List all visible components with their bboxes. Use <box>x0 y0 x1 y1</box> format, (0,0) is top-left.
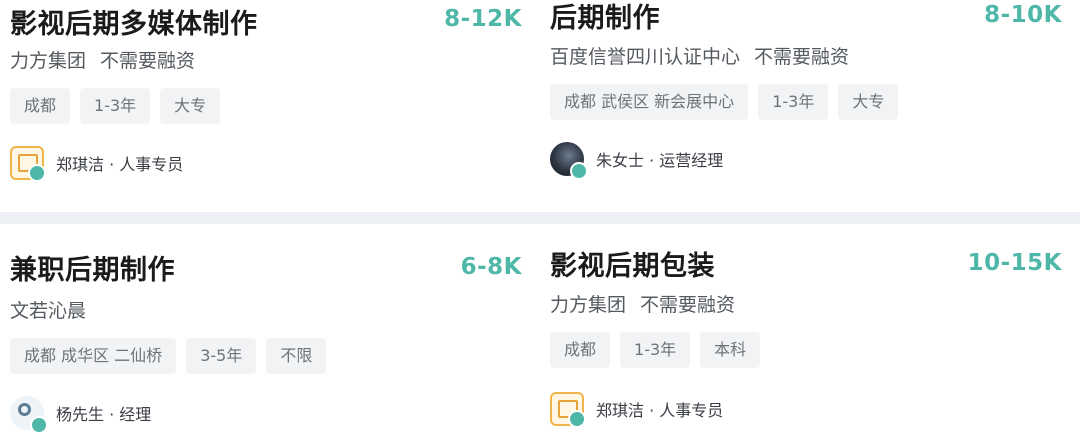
verified-badge-icon <box>28 164 46 182</box>
company-name: 百度信誉四川认证中心 <box>550 46 741 68</box>
recruiter-name: 杨先生 · 经理 <box>56 405 152 424</box>
job-card[interactable]: 影视后期多媒体制作 8-12K 力方集团 不需要融资 成都 1-3年 大专 郑琪洁… <box>0 0 540 212</box>
job-salary: 10-15K <box>967 250 1062 276</box>
company-info: 力方集团 不需要融资 <box>550 290 735 317</box>
job-salary: 6-8K <box>460 254 522 280</box>
company-info: 百度信誉四川认证中心 不需要融资 <box>550 42 849 69</box>
company-name: 文若沁晨 <box>10 300 87 322</box>
tag-location: 成都 <box>550 332 611 368</box>
job-title: 后期制作 <box>550 3 660 34</box>
recruiter-name: 郑琪洁 · 人事专员 <box>56 155 184 174</box>
job-card[interactable]: 影视后期包装 10-15K 力方集团 不需要融资 成都 1-3年 本科 郑琪洁 ·… <box>540 224 1080 444</box>
recruiter[interactable]: 杨先生 · 经理 <box>10 396 152 434</box>
recruiter-name: 朱女士 · 运营经理 <box>596 151 724 170</box>
verified-badge-icon <box>568 410 586 428</box>
company-info: 力方集团 不需要融资 <box>10 46 195 73</box>
company-logo-icon <box>550 392 586 428</box>
job-title: 影视后期包装 <box>550 251 715 282</box>
company-name: 力方集团 <box>550 294 627 316</box>
recruiter-name: 郑琪洁 · 人事专员 <box>596 401 724 420</box>
job-card[interactable]: 兼职后期制作 6-8K 文若沁晨 成都 成华区 二仙桥 3-5年 不限 杨先生 … <box>0 224 540 444</box>
verified-badge-icon <box>570 162 588 180</box>
verified-badge-icon <box>30 416 48 434</box>
company-logo-icon <box>10 146 46 182</box>
tag-education: 本科 <box>700 332 761 368</box>
tag-location: 成都 武侯区 新会展中心 <box>550 84 749 120</box>
tag-experience: 3-5年 <box>186 338 257 374</box>
tag-location: 成都 成华区 二仙桥 <box>10 338 177 374</box>
job-salary: 8-10K <box>984 2 1062 28</box>
job-tags: 成都 1-3年 大专 <box>10 88 221 124</box>
funding-stage: 不需要融资 <box>640 294 736 316</box>
job-tags: 成都 成华区 二仙桥 3-5年 不限 <box>10 338 327 374</box>
funding-stage: 不需要融资 <box>100 50 196 72</box>
tag-experience: 1-3年 <box>758 84 829 120</box>
job-salary: 8-12K <box>444 6 522 32</box>
recruiter[interactable]: 朱女士 · 运营经理 <box>550 142 724 180</box>
user-photo-icon <box>550 142 588 180</box>
job-tags: 成都 1-3年 本科 <box>550 332 761 368</box>
job-tags: 成都 武侯区 新会展中心 1-3年 大专 <box>550 84 899 120</box>
recruiter[interactable]: 郑琪洁 · 人事专员 <box>10 146 184 182</box>
tag-experience: 1-3年 <box>620 332 691 368</box>
company-name: 力方集团 <box>10 50 87 72</box>
tag-education: 大专 <box>160 88 221 124</box>
funding-stage: 不需要融资 <box>754 46 850 68</box>
job-title: 兼职后期制作 <box>10 255 175 286</box>
job-list: 影视后期多媒体制作 8-12K 力方集团 不需要融资 成都 1-3年 大专 郑琪洁… <box>0 0 1080 444</box>
tag-location: 成都 <box>10 88 71 124</box>
company-logo-icon <box>10 396 48 434</box>
company-info: 文若沁晨 <box>10 296 86 323</box>
recruiter[interactable]: 郑琪洁 · 人事专员 <box>550 392 724 428</box>
tag-education: 大专 <box>838 84 899 120</box>
tag-education: 不限 <box>266 338 327 374</box>
tag-experience: 1-3年 <box>80 88 151 124</box>
job-card[interactable]: 后期制作 8-10K 百度信誉四川认证中心 不需要融资 成都 武侯区 新会展中心 … <box>540 0 1080 212</box>
job-title: 影视后期多媒体制作 <box>10 9 258 40</box>
